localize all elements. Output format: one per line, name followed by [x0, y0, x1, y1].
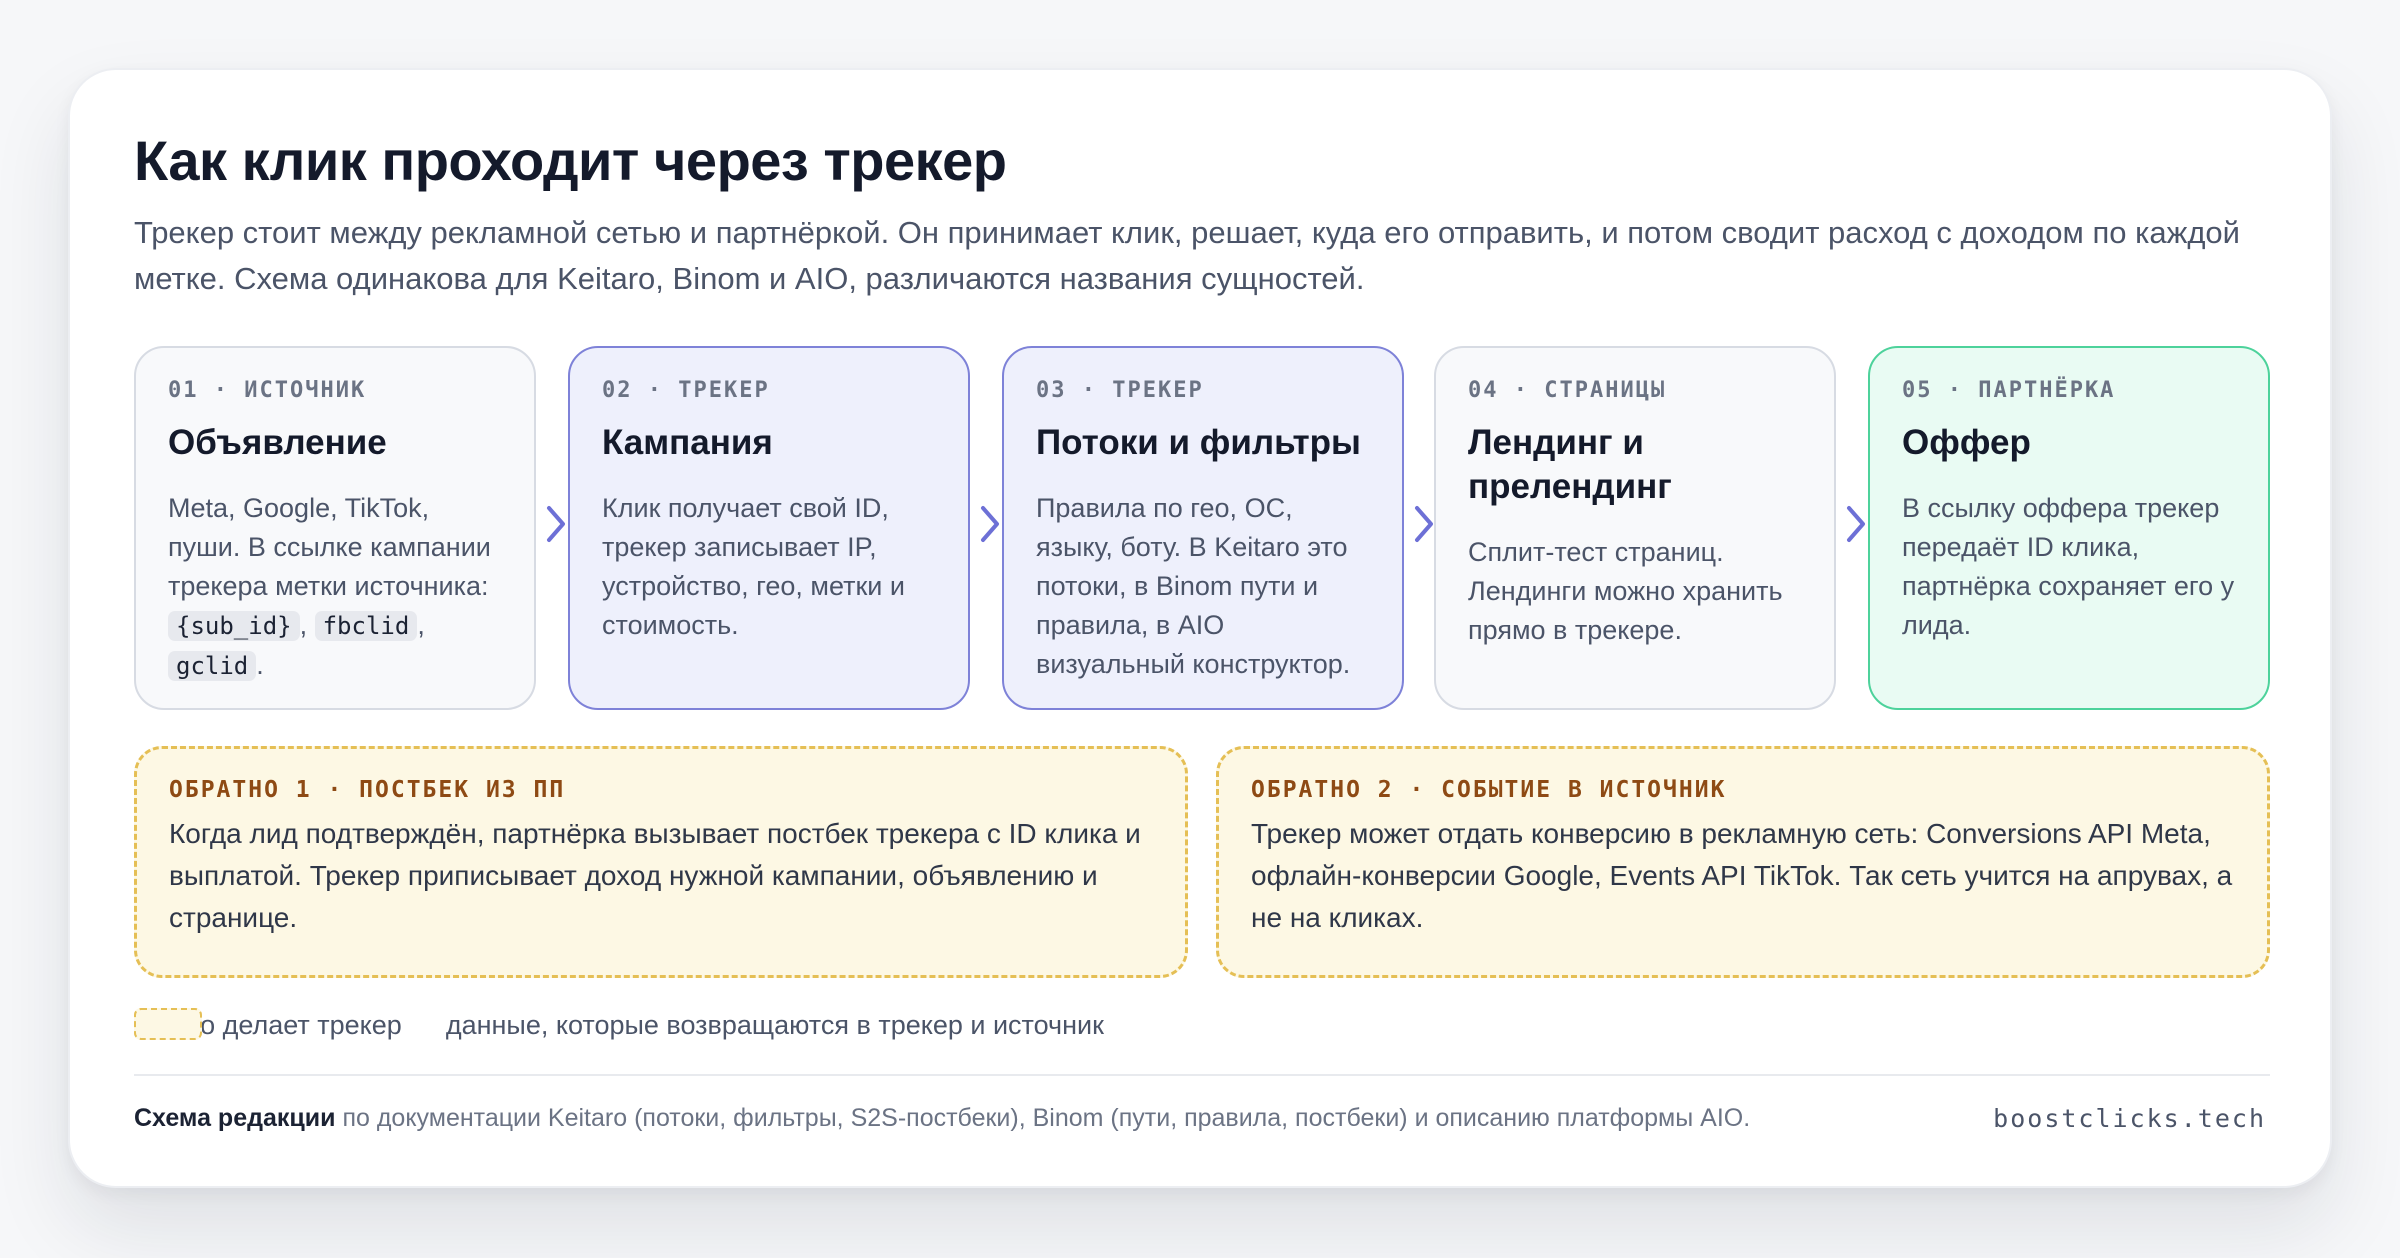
step-description-text: Meta, Google, TikTok, пуши. В ссылке кам…: [168, 493, 491, 601]
step-flows-filters: 03 · ТРЕКЕР Потоки и фильтры Правила по …: [1002, 346, 1404, 710]
step-campaign: 02 · ТРЕКЕР Кампания Клик получает свой …: [568, 346, 970, 710]
step-tag: 05 · ПАРТНЁРКА: [1902, 378, 2116, 403]
return-source-event: ОБРАТНО 2 · СОБЫТИЕ В ИСТОЧНИК Трекер мо…: [1216, 746, 2270, 978]
divider: [134, 1074, 2270, 1076]
step-description: Правила по гео, ОС, языку, боту. В Keita…: [1036, 493, 1351, 679]
flow-steps: 01 · ИСТОЧНИК Объявление Meta, Google, T…: [134, 346, 2270, 710]
code-gclid: gclid: [168, 651, 257, 681]
step-tag: 04 · СТРАНИЦЫ: [1468, 378, 1667, 403]
period: .: [256, 650, 264, 680]
return-description: Когда лид подтверждён, партнёрка вызывае…: [169, 818, 1141, 933]
step-description: В ссылку оффера трекер передаёт ID клика…: [1902, 493, 2235, 640]
separator: ,: [417, 610, 425, 640]
step-source: 01 · ИСТОЧНИК Объявление Meta, Google, T…: [134, 346, 536, 710]
step-description: Сплит-тест страниц. Лендинги можно храни…: [1468, 537, 1783, 645]
step-tag: 03 · ТРЕКЕР: [1036, 378, 1204, 403]
legend: что делает трекер данные, которые возвра…: [134, 1008, 1104, 1042]
step-offer: 05 · ПАРТНЁРКА Оффер В ссылку оффера тре…: [1868, 346, 2270, 710]
legend-returns-label: данные, которые возвращаются в трекер и …: [445, 1009, 1104, 1040]
chevron-right-icon: [547, 506, 565, 542]
step-title: Потоки и фильтры: [1036, 423, 1361, 462]
page-title: Как клик проходит через трекер: [134, 129, 1007, 192]
separator: ,: [299, 610, 315, 640]
footer-note: Схема редакции по документации Keitaro (…: [134, 1104, 1750, 1133]
lead-paragraph: Трекер стоит между рекламной сетью и пар…: [134, 215, 2240, 296]
step-tag: 01 · ИСТОЧНИК: [168, 378, 367, 403]
step-title: Объявление: [168, 423, 387, 462]
step-tag: 02 · ТРЕКЕР: [602, 378, 770, 403]
code-sub-id: {sub_id}: [168, 611, 300, 641]
return-tag: ОБРАТНО 2 · СОБЫТИЕ В ИСТОЧНИК: [1251, 777, 1727, 803]
diagram-card: Как клик проходит через трекер Трекер ст…: [68, 68, 2332, 1188]
legend-tracker-label: что делает трекер: [174, 1009, 402, 1040]
chevron-right-icon: [1847, 506, 1865, 542]
chevron-right-icon: [1415, 506, 1433, 542]
step-title: Кампания: [602, 423, 773, 462]
step-title: Лендинг и прелендинг: [1468, 423, 1672, 506]
return-description: Трекер может отдать конверсию в рекламну…: [1251, 818, 2233, 933]
code-fbclid: fbclid: [314, 611, 418, 641]
return-postback: ОБРАТНО 1 · ПОСТБЕК ИЗ ПП Когда лид подт…: [134, 746, 1188, 978]
step-description: Meta, Google, TikTok, пуши. В ссылке кам…: [168, 489, 502, 686]
step-landing: 04 · СТРАНИЦЫ Лендинг и прелендинг Сплит…: [1434, 346, 1836, 710]
footer-text: по документации Keitaro (потоки, фильтры…: [335, 1104, 1751, 1132]
return-tag: ОБРАТНО 1 · ПОСТБЕК ИЗ ПП: [169, 777, 566, 803]
return-flows: ОБРАТНО 1 · ПОСТБЕК ИЗ ПП Когда лид подт…: [134, 746, 2270, 978]
chevron-right-icon: [981, 506, 999, 542]
legend-returns-swatch: [134, 1008, 202, 1040]
footer-bold: Схема редакции: [134, 1104, 336, 1132]
step-title: Оффер: [1902, 423, 2031, 462]
site-domain: boostclicks.tech: [1993, 1104, 2266, 1133]
step-description: Клик получает свой ID, трекер записывает…: [602, 493, 905, 640]
